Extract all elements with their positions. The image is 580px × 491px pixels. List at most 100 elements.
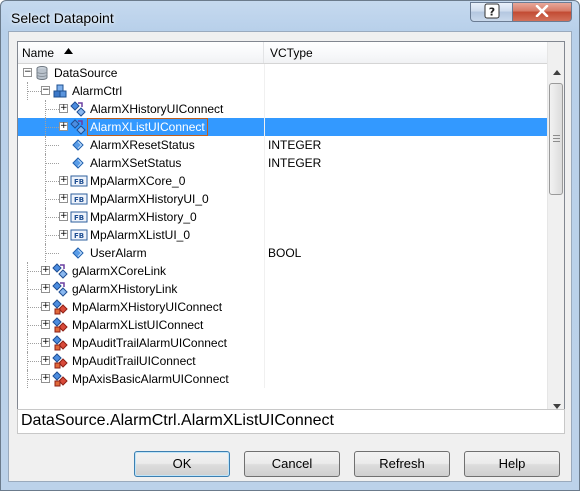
tree-connector — [27, 91, 41, 92]
expand-toggle[interactable]: + — [41, 374, 50, 383]
help-button[interactable]: Help — [464, 451, 560, 477]
tree-connector — [27, 307, 41, 308]
svg-text:FB: FB — [74, 214, 84, 222]
tree-connector — [45, 217, 59, 218]
tree-row[interactable]: + gAlarmXCoreLink — [18, 262, 547, 280]
tree-item-vctype: INTEGER — [268, 138, 322, 152]
tree-connector — [45, 109, 59, 110]
tree-connector — [45, 199, 59, 200]
tree-connector — [27, 343, 41, 344]
column-separator — [264, 172, 265, 190]
tree-row[interactable]: AlarmXResetStatus INTEGER — [18, 136, 547, 154]
tree-row[interactable]: + gAlarmXHistoryLink — [18, 280, 547, 298]
svg-text:FB: FB — [74, 178, 84, 186]
tree-item-label: MpAlarmXListUIConnect — [72, 318, 204, 332]
tree-connector — [27, 352, 28, 370]
function-block-icon: FB — [70, 173, 88, 189]
tree-connector — [45, 136, 46, 154]
tree-row[interactable]: + MpAuditTrailAlarmUIConnect — [18, 334, 547, 352]
svg-text:?: ? — [488, 5, 494, 18]
column-separator — [264, 334, 265, 352]
tree-connector — [45, 127, 59, 128]
expand-toggle[interactable]: + — [41, 266, 50, 275]
column-separator — [264, 154, 265, 172]
window-title: Select Datapoint — [11, 10, 114, 26]
column-separator — [264, 64, 265, 82]
tree-item-vctype: BOOL — [268, 246, 302, 260]
tree-rows: − DataSource − AlarmCtrl + AlarmXHistoryUICon… — [18, 64, 547, 415]
expand-toggle[interactable]: + — [41, 284, 50, 293]
expand-toggle[interactable]: + — [41, 356, 50, 365]
column-header-name[interactable]: Name — [18, 42, 264, 63]
column-separator — [264, 136, 265, 154]
tree-item-label: DataSource — [54, 66, 118, 80]
expand-toggle[interactable]: + — [41, 338, 50, 347]
tree-row[interactable]: + AlarmXHistoryUIConnect — [18, 100, 547, 118]
vertical-scrollbar[interactable] — [547, 42, 564, 415]
expand-toggle[interactable]: + — [41, 320, 50, 329]
title-help-button[interactable]: ? — [470, 2, 513, 22]
collapse-toggle[interactable]: − — [23, 68, 32, 77]
tree-row[interactable]: + FB MpAlarmXHistoryUI_0 — [18, 190, 547, 208]
refresh-button[interactable]: Refresh — [354, 451, 450, 477]
tree-row[interactable]: + MpAuditTrailUIConnect — [18, 352, 547, 370]
title-close-button[interactable] — [512, 2, 572, 22]
tree-connector — [45, 253, 59, 254]
tree-row[interactable]: + MpAlarmXHistoryUIConnect — [18, 298, 547, 316]
tree-row[interactable]: + FB MpAlarmXHistory_0 — [18, 208, 547, 226]
scroll-thumb[interactable] — [549, 83, 563, 195]
tree-row[interactable]: + MpAxisBasicAlarmUIConnect — [18, 370, 547, 388]
tree-connector — [45, 235, 59, 236]
scroll-up-button[interactable] — [548, 64, 564, 81]
expand-toggle[interactable]: + — [41, 302, 50, 311]
sort-ascending-icon — [64, 46, 73, 56]
tree-item-label: gAlarmXHistoryLink — [72, 282, 178, 296]
expand-toggle[interactable]: + — [59, 104, 68, 113]
tree-row[interactable]: − DataSource — [18, 64, 547, 82]
tree-item-label: MpAlarmXHistoryUI_0 — [90, 192, 209, 206]
tree-item-label: UserAlarm — [90, 246, 147, 260]
collapse-toggle[interactable]: − — [41, 86, 50, 95]
tree-item-label: MpAuditTrailAlarmUIConnect — [72, 336, 227, 350]
tree-row[interactable]: AlarmXSetStatus INTEGER — [18, 154, 547, 172]
column-header-vctype[interactable]: VCType — [264, 42, 547, 63]
type-icon — [52, 299, 68, 315]
tree-connector — [45, 145, 59, 146]
svg-text:FB: FB — [74, 232, 84, 240]
tree-connector — [27, 370, 28, 388]
column-separator — [264, 244, 265, 262]
tree-connector — [27, 334, 28, 352]
database-icon — [34, 65, 50, 81]
column-separator — [264, 226, 265, 244]
tree-row[interactable]: + FB MpAlarmXListUI_0 — [18, 226, 547, 244]
tree-row[interactable]: − AlarmCtrl — [18, 82, 547, 100]
tree-connector — [45, 181, 59, 182]
datapoint-path-field[interactable]: DataSource.AlarmCtrl.AlarmXListUIConnect — [17, 409, 565, 434]
datapoint-tree[interactable]: Name VCType − DataSource − AlarmCtrl + AlarmX… — [17, 41, 565, 416]
ok-button[interactable]: OK — [134, 451, 230, 477]
scroll-grip — [553, 138, 560, 139]
struct-icon — [52, 263, 68, 279]
tree-connector — [45, 118, 46, 136]
tree-row[interactable]: + MpAlarmXListUIConnect — [18, 316, 547, 334]
struct-icon — [70, 119, 86, 135]
expand-toggle[interactable]: + — [59, 176, 68, 185]
tree-row[interactable]: + FB MpAlarmXCore_0 — [18, 172, 547, 190]
question-icon: ? — [484, 3, 500, 22]
expand-toggle[interactable]: + — [59, 212, 68, 221]
tree-connector — [27, 325, 41, 326]
cancel-button[interactable]: Cancel — [244, 451, 340, 477]
column-separator — [264, 298, 265, 316]
tree-row[interactable]: + AlarmXListUIConnect — [18, 118, 547, 136]
chevron-up-icon — [552, 68, 561, 77]
tree-connector — [45, 208, 46, 226]
tree-item-label: MpAuditTrailUIConnect — [72, 354, 196, 368]
function-block-icon: FB — [70, 227, 88, 243]
select-datapoint-dialog: Select Datapoint ? Name VCType − DataSou… — [0, 0, 580, 491]
type-icon — [52, 335, 68, 351]
expand-toggle[interactable]: + — [59, 230, 68, 239]
expand-toggle[interactable]: + — [59, 194, 68, 203]
scroll-grip — [553, 135, 560, 136]
expand-toggle[interactable]: + — [59, 122, 68, 131]
tree-row[interactable]: UserAlarm BOOL — [18, 244, 547, 262]
